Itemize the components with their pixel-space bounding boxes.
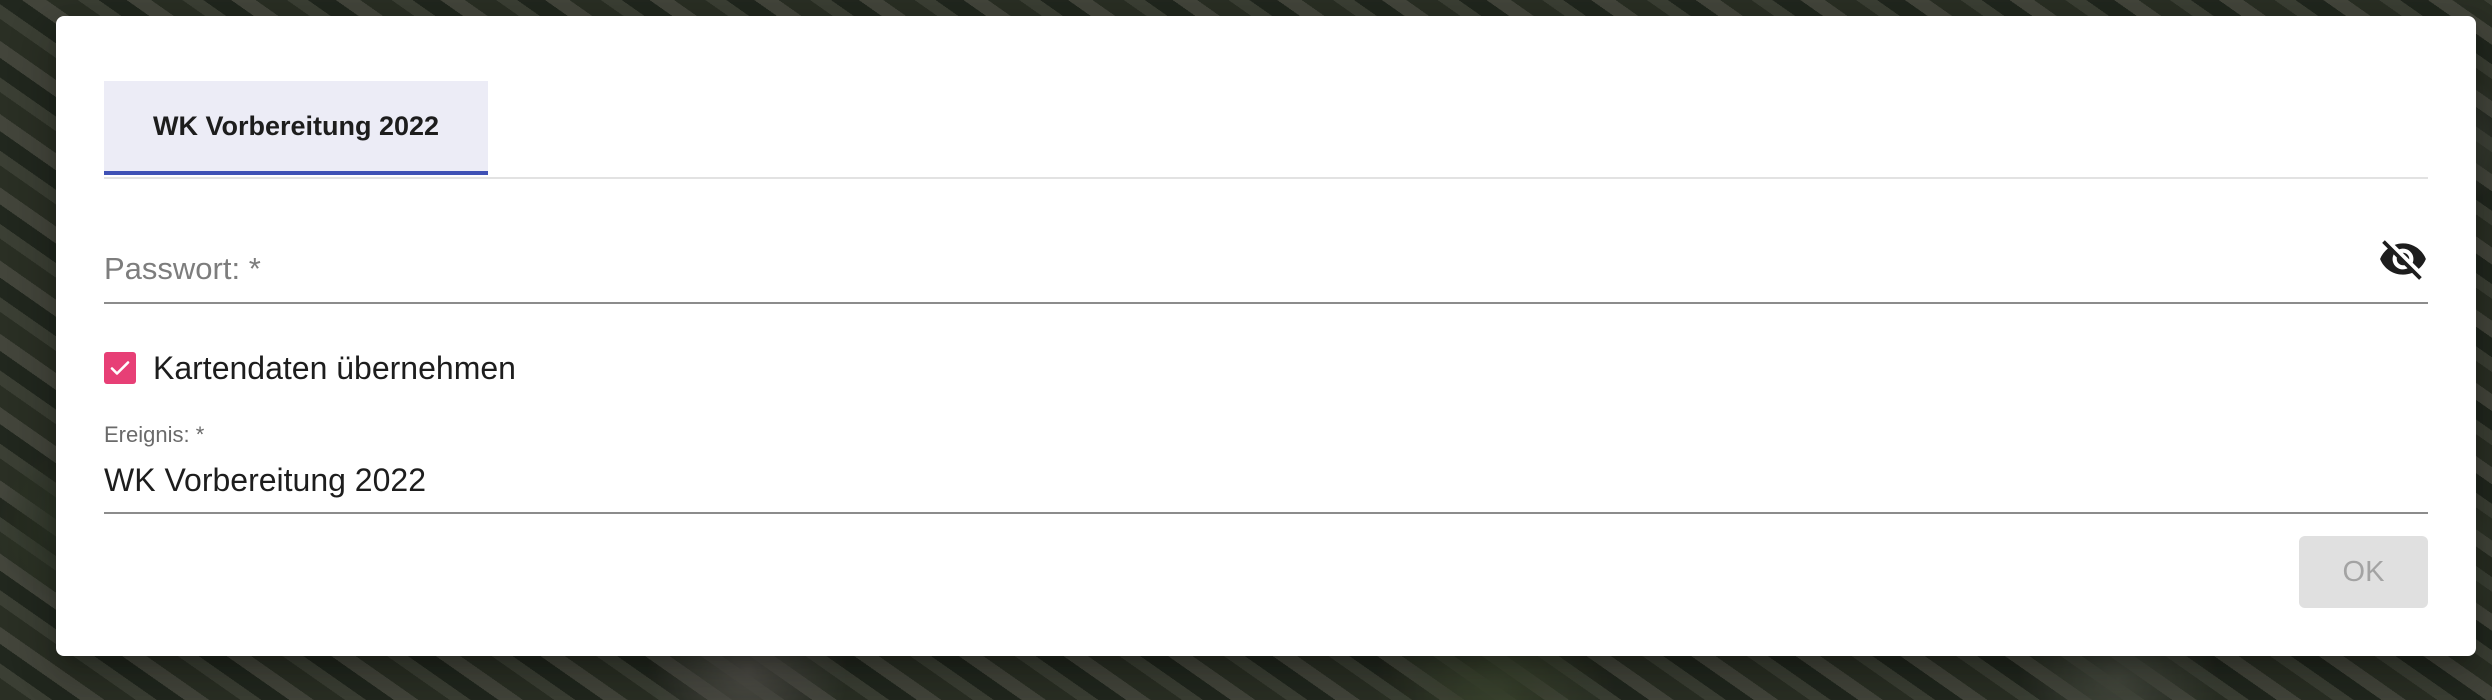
tab-event[interactable]: WK Vorbereitung 2022 [104,81,488,175]
event-field-label: Ereignis: * [104,422,205,447]
map-data-checkbox-row[interactable]: Kartendaten übernehmen [104,348,516,388]
tab-label: WK Vorbereitung 2022 [152,110,440,141]
login-dialog: WK Vorbereitung 2022 Kartendaten überneh… [56,16,2476,656]
checkmark-icon [110,361,130,375]
event-select[interactable]: WK Vorbereitung 2022 [104,462,426,499]
eye-off-icon[interactable] [2378,234,2428,284]
map-data-checkbox-label: Kartendaten übernehmen [153,349,516,386]
password-field [104,216,2428,304]
event-field: Ereignis: * WK Vorbereitung 2022 [104,422,2428,514]
password-input[interactable] [104,244,2324,294]
ok-button[interactable]: OK [2299,536,2428,608]
tab-bar: WK Vorbereitung 2022 [104,65,2428,179]
map-data-checkbox[interactable] [104,352,136,384]
